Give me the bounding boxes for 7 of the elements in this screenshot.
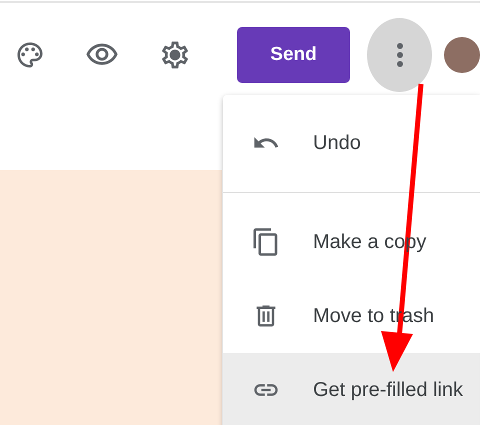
menu-item[interactable]: Undo — [223, 106, 480, 180]
palette-icon[interactable] — [15, 40, 45, 70]
menu-item[interactable]: Get pre-filled link — [223, 353, 480, 425]
settings-icon[interactable] — [159, 39, 191, 71]
avatar[interactable] — [444, 37, 480, 73]
more-options-icon — [396, 42, 404, 68]
send-button[interactable]: Send — [237, 27, 350, 83]
